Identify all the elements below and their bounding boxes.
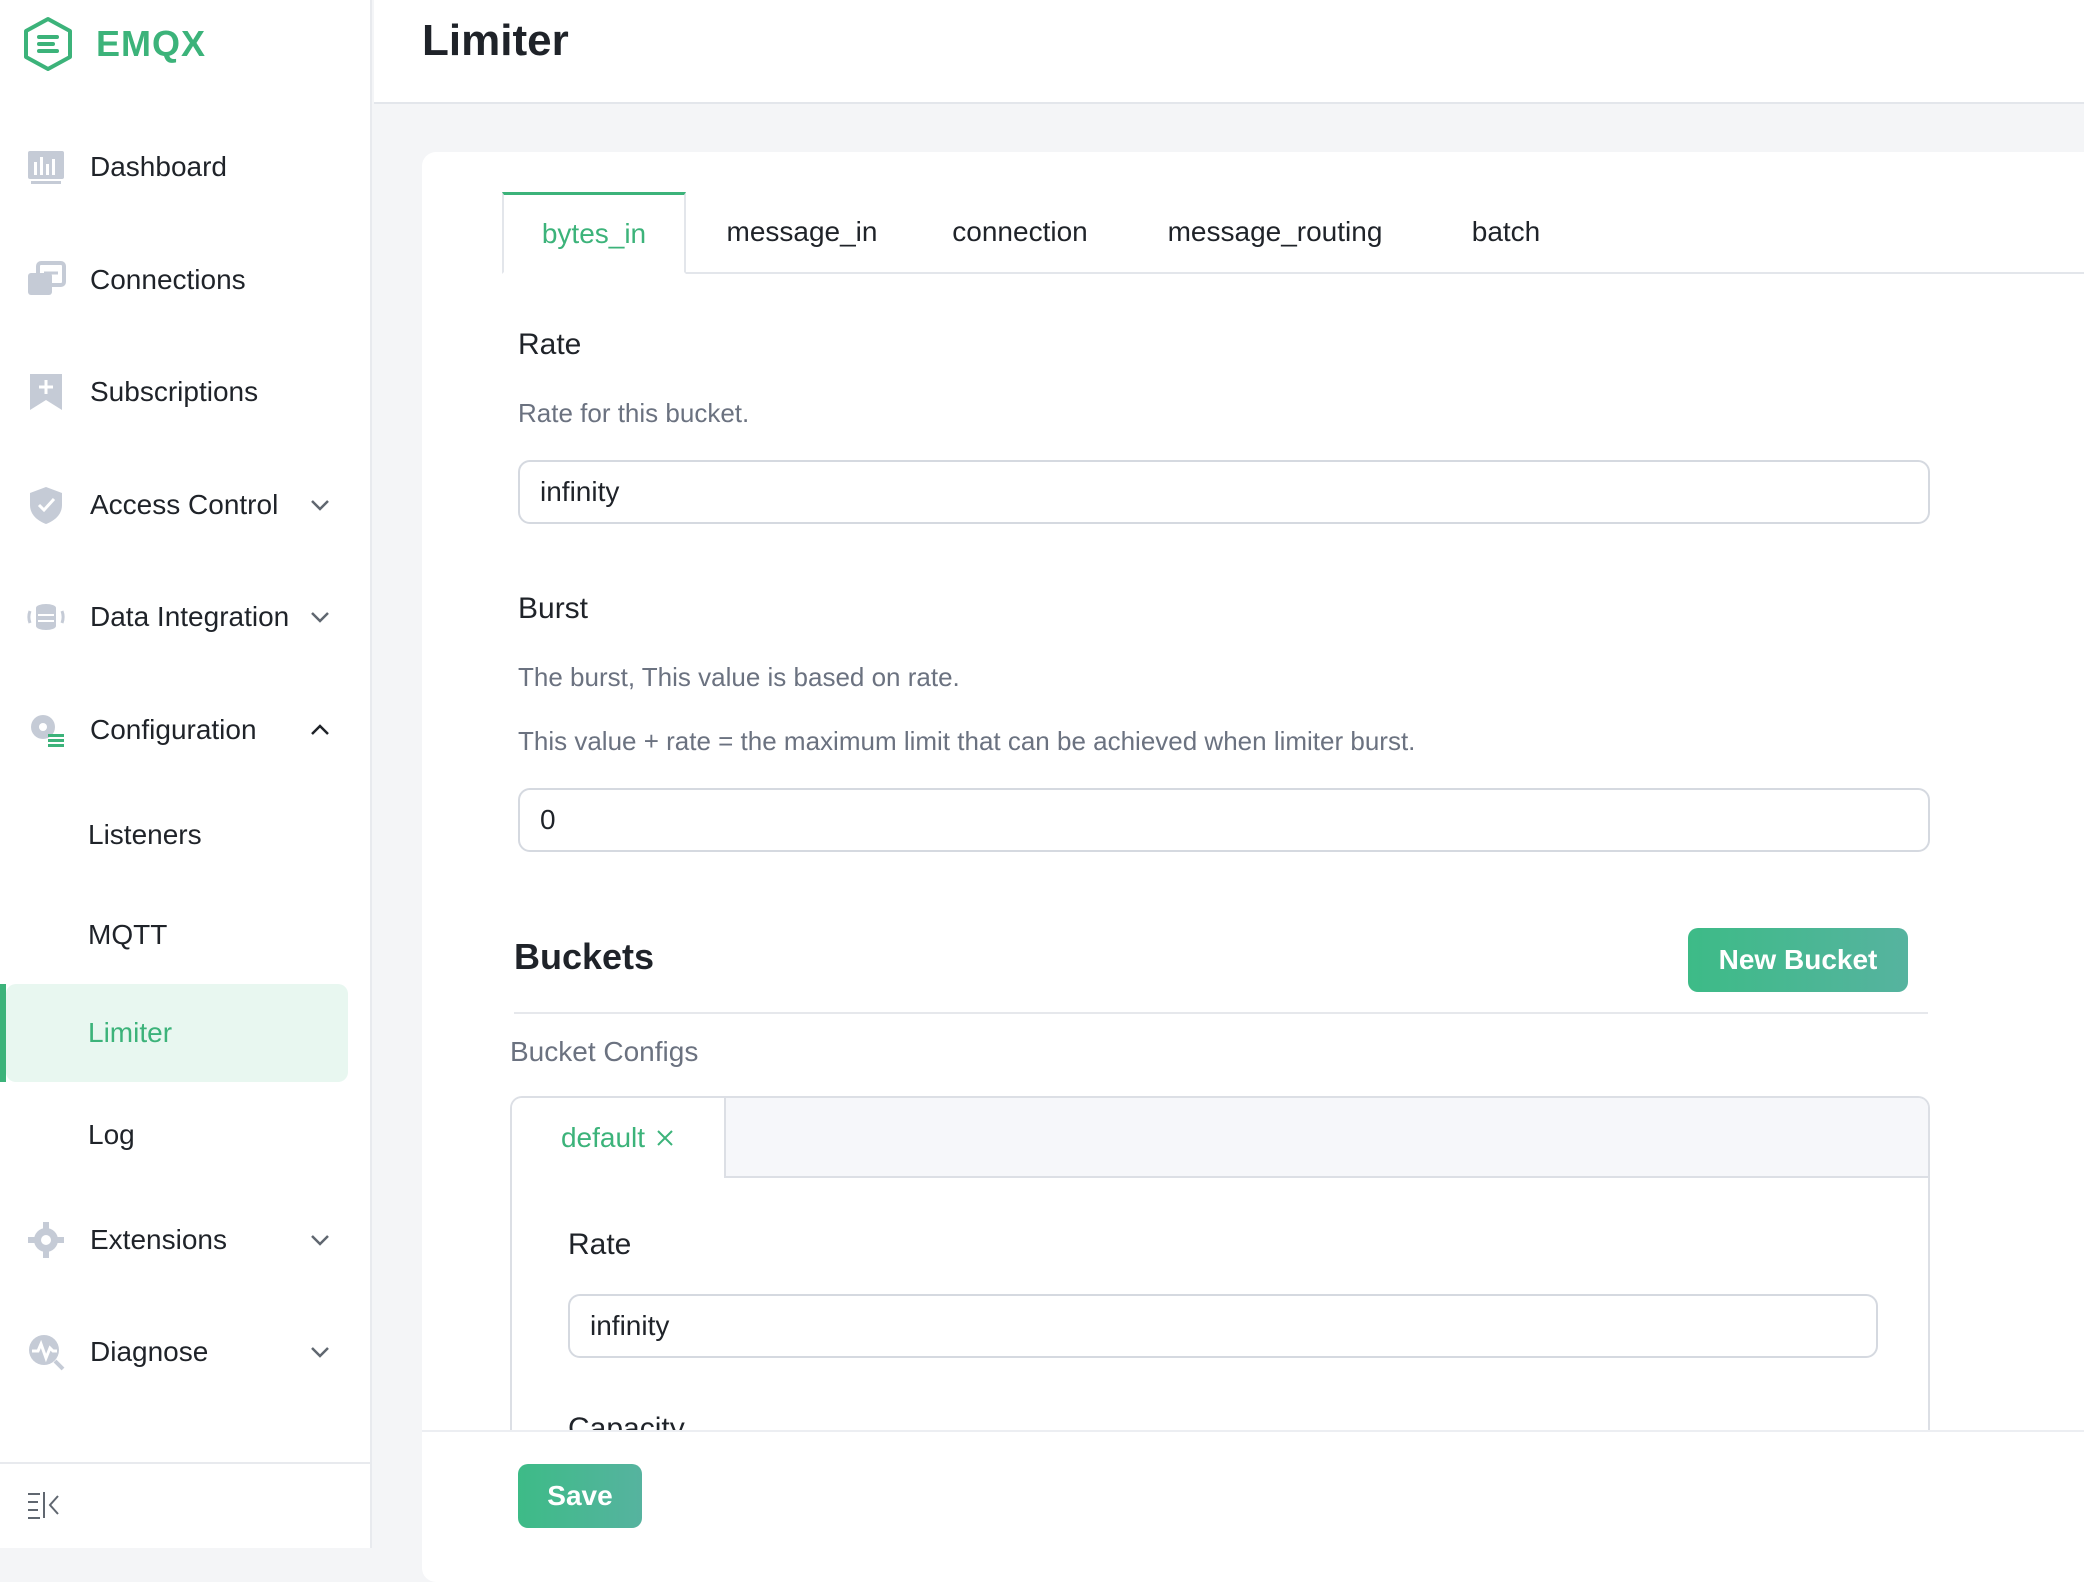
sidebar-subitem-limiter[interactable]: Limiter <box>6 984 348 1082</box>
sidebar-item-subscriptions[interactable]: Subscriptions <box>0 347 348 437</box>
sidebar-item-label: Listeners <box>88 819 202 850</box>
collapse-sidebar-icon[interactable] <box>26 1490 60 1520</box>
burst-description-2: This value + rate = the maximum limit th… <box>518 726 1416 756</box>
tab-message-in[interactable]: message_in <box>686 192 918 272</box>
limiter-card: bytes_in message_in connection message_r… <box>422 152 2084 1582</box>
sidebar-item-label: Subscriptions <box>90 376 259 407</box>
save-button[interactable]: Save <box>518 1464 642 1528</box>
sidebar-subitem-listeners[interactable]: Listeners <box>6 786 348 884</box>
buckets-title: Buckets <box>514 936 655 977</box>
burst-description: The burst, This value is based on rate. <box>518 662 960 692</box>
gear-icon <box>26 710 66 750</box>
bucket-tab-label: default <box>560 1122 646 1153</box>
sidebar-item-label: Dashboard <box>90 151 227 182</box>
close-icon[interactable] <box>655 1128 675 1148</box>
rate-description: Rate for this bucket. <box>518 398 750 428</box>
sidebar-subitem-mqtt[interactable]: MQTT <box>6 886 348 984</box>
connections-icon <box>26 260 66 300</box>
rate-input[interactable]: infinity <box>518 460 1930 524</box>
tab-batch[interactable]: batch <box>1428 192 1584 272</box>
tab-connection[interactable]: connection <box>918 192 1122 272</box>
sidebar-item-label: Connections <box>90 264 246 295</box>
sidebar-footer <box>0 1462 370 1548</box>
bucket-tabs: default <box>512 1098 1928 1178</box>
shield-icon <box>26 485 66 525</box>
sidebar-item-configuration[interactable]: Configuration <box>0 685 348 775</box>
logo-text: EMQX <box>96 23 207 64</box>
dashboard-icon <box>26 147 66 187</box>
chevron-down-icon <box>311 1235 329 1246</box>
sidebar-item-label: Data Integration <box>90 601 290 632</box>
sidebar: EMQX Dashboard Connections Subscriptions… <box>0 0 372 1548</box>
sidebar-item-label: Limiter <box>88 1017 173 1048</box>
bucket-rate-input[interactable]: infinity <box>568 1294 1878 1358</box>
sidebar-item-label: Log <box>88 1119 135 1150</box>
chevron-down-icon <box>311 500 329 511</box>
sidebar-item-label: Diagnose <box>90 1336 209 1367</box>
diagnose-icon <box>26 1332 66 1372</box>
emqx-logo-icon <box>24 17 72 71</box>
active-indicator <box>0 984 6 1082</box>
sidebar-item-diagnose[interactable]: Diagnose <box>0 1307 348 1397</box>
new-bucket-button[interactable]: New Bucket <box>1688 928 1908 992</box>
burst-label: Burst <box>518 592 589 625</box>
tab-message-routing[interactable]: message_routing <box>1122 192 1428 272</box>
limiter-tabs: bytes_in message_in connection message_r… <box>502 192 2084 274</box>
sidebar-item-extensions[interactable]: Extensions <box>0 1195 348 1285</box>
database-icon <box>26 597 66 637</box>
sidebar-subitem-log[interactable]: Log <box>6 1086 348 1184</box>
burst-input[interactable]: 0 <box>518 788 1930 852</box>
sidebar-item-label: Configuration <box>90 714 257 745</box>
chevron-down-icon <box>311 1347 329 1358</box>
sidebar-item-label: MQTT <box>88 919 168 950</box>
sidebar-item-label: Extensions <box>90 1224 227 1255</box>
tab-bytes-in[interactable]: bytes_in <box>502 192 686 274</box>
form-footer: Save <box>422 1430 2084 1550</box>
bucket-tab-default[interactable]: default <box>512 1098 726 1178</box>
puzzle-icon <box>26 1220 66 1260</box>
sidebar-item-access-control[interactable]: Access Control <box>0 460 348 550</box>
divider <box>514 1012 1928 1014</box>
subscriptions-icon <box>26 372 66 412</box>
bucket-rate-label: Rate <box>568 1228 632 1261</box>
bucket-configs-label: Bucket Configs <box>510 1036 699 1067</box>
sidebar-item-connections[interactable]: Connections <box>0 235 348 325</box>
sidebar-item-data-integration[interactable]: Data Integration <box>0 572 348 662</box>
chevron-up-icon <box>311 724 329 735</box>
sidebar-item-label: Access Control <box>90 489 279 520</box>
sidebar-item-dashboard[interactable]: Dashboard <box>0 122 348 212</box>
rate-label: Rate <box>518 328 582 361</box>
logo[interactable]: EMQX <box>22 16 206 72</box>
page-title: Limiter <box>422 16 569 65</box>
page-header: Limiter <box>374 0 2084 104</box>
chevron-down-icon <box>311 612 329 623</box>
